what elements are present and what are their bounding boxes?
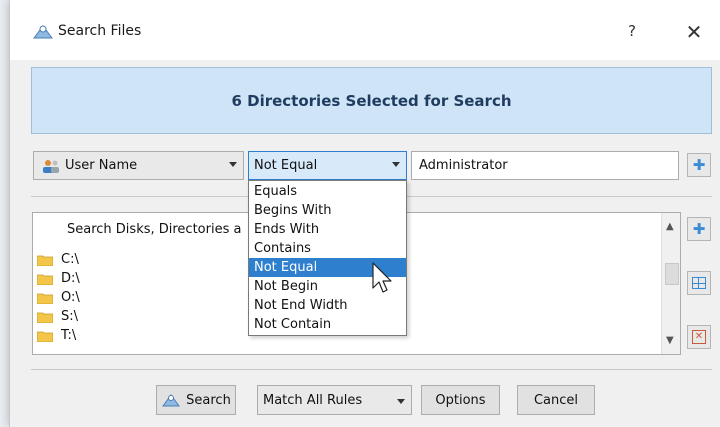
directory-label: T:\ [61, 328, 77, 343]
folder-icon [37, 331, 53, 342]
directory-item[interactable]: S:\ [37, 307, 78, 326]
close-button[interactable]: ✕ [682, 20, 706, 44]
operator-option[interactable]: Not Contain [249, 315, 406, 334]
directory-item[interactable]: O:\ [37, 288, 80, 307]
search-files-dialog: Search Files ? ✕ 6 Directories Selected … [9, 0, 720, 427]
directory-label: O:\ [61, 290, 80, 305]
directory-label: C:\ [61, 252, 79, 267]
options-button[interactable]: Options [421, 385, 500, 415]
grid-icon [692, 277, 706, 289]
scroll-up-icon[interactable]: ▲ [666, 221, 674, 232]
operator-select-value: Not Equal [254, 158, 318, 173]
help-button[interactable]: ? [622, 22, 642, 42]
remove-directory-button[interactable]: ✕ [687, 325, 711, 349]
banner-text: 6 Directories Selected for Search [231, 91, 512, 110]
cancel-button-label: Cancel [533, 392, 579, 408]
operator-select[interactable]: Not Equal [248, 151, 407, 180]
folder-icon [37, 312, 53, 323]
chevron-down-icon [229, 162, 237, 167]
field-select-value: User Name [65, 158, 138, 173]
scroll-down-icon[interactable]: ▼ [666, 335, 674, 346]
rule-value-input[interactable]: Administrator [411, 151, 679, 180]
options-button-label: Options [435, 392, 486, 408]
operator-option[interactable]: Begins With [249, 201, 406, 220]
title-bar: Search Files ? ✕ [10, 0, 720, 60]
mouse-cursor-icon [372, 262, 392, 293]
remove-icon: ✕ [692, 330, 706, 344]
match-mode-value: Match All Rules [263, 393, 363, 408]
user-icon [43, 160, 59, 173]
match-mode-select[interactable]: Match All Rules [257, 385, 412, 415]
search-button-label: Search [186, 392, 231, 408]
cancel-button[interactable]: Cancel [517, 385, 595, 415]
operator-dropdown-list: Equals Begins With Ends With Contains Not Eq… [248, 180, 407, 336]
divider [31, 369, 712, 370]
operator-option[interactable]: Equals [249, 182, 406, 201]
selection-banner: 6 Directories Selected for Search [31, 67, 712, 134]
add-rule-button[interactable]: ✚ [687, 153, 711, 177]
operator-option[interactable]: Ends With [249, 220, 406, 239]
scroll-thumb[interactable] [665, 263, 679, 285]
directory-item[interactable]: D:\ [37, 269, 80, 288]
plus-icon: ✚ [692, 155, 706, 174]
directory-label: D:\ [61, 271, 80, 286]
folder-icon [37, 293, 53, 304]
plus-icon: ✚ [692, 219, 706, 238]
directory-item[interactable]: C:\ [37, 250, 79, 269]
folder-icon [37, 274, 53, 285]
operator-option[interactable]: Not End Width [249, 296, 406, 315]
chevron-down-icon [397, 399, 405, 404]
search-files-icon [33, 25, 53, 39]
chevron-down-icon [392, 162, 400, 167]
directory-item[interactable]: T:\ [37, 326, 76, 345]
directory-label: S:\ [61, 309, 79, 324]
operator-option[interactable]: Contains [249, 239, 406, 258]
search-button[interactable]: Search [156, 385, 236, 415]
folder-icon [37, 255, 53, 266]
add-directory-button[interactable]: ✚ [687, 217, 711, 241]
search-files-icon [162, 394, 181, 407]
directory-scrollbar[interactable]: ▲ ▼ [661, 213, 680, 354]
directory-list-header: Search Disks, Directories a [67, 222, 242, 237]
dialog-title: Search Files [58, 23, 142, 39]
select-all-button[interactable] [687, 271, 711, 295]
field-select[interactable]: User Name [33, 151, 244, 180]
